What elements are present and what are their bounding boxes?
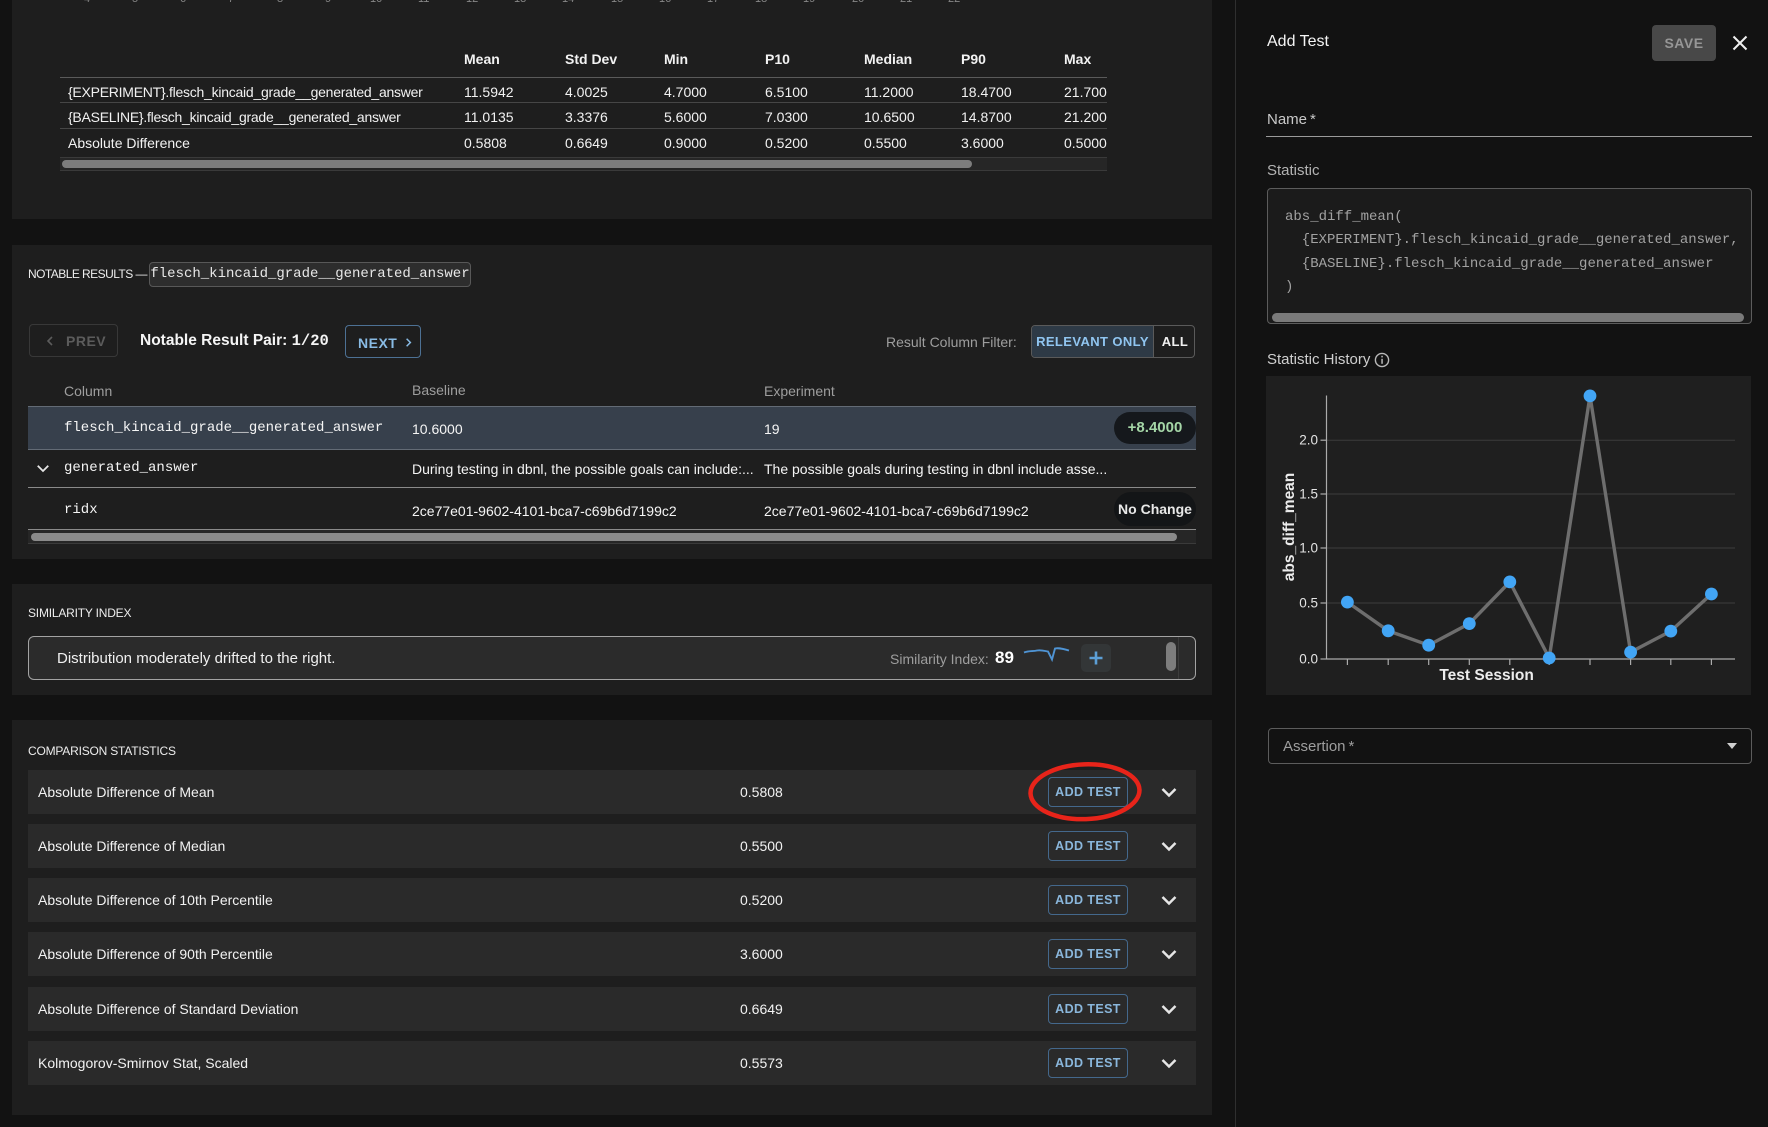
svg-text:2.0: 2.0 [1299,433,1318,448]
svg-text:1.5: 1.5 [1299,487,1318,502]
svg-text:0.0: 0.0 [1299,652,1318,667]
svg-text:abs_diff_mean: abs_diff_mean [1281,473,1298,582]
svg-text:0.5: 0.5 [1299,596,1318,611]
svg-text:Test Session: Test Session [1439,667,1533,684]
svg-text:1.0: 1.0 [1299,541,1318,556]
